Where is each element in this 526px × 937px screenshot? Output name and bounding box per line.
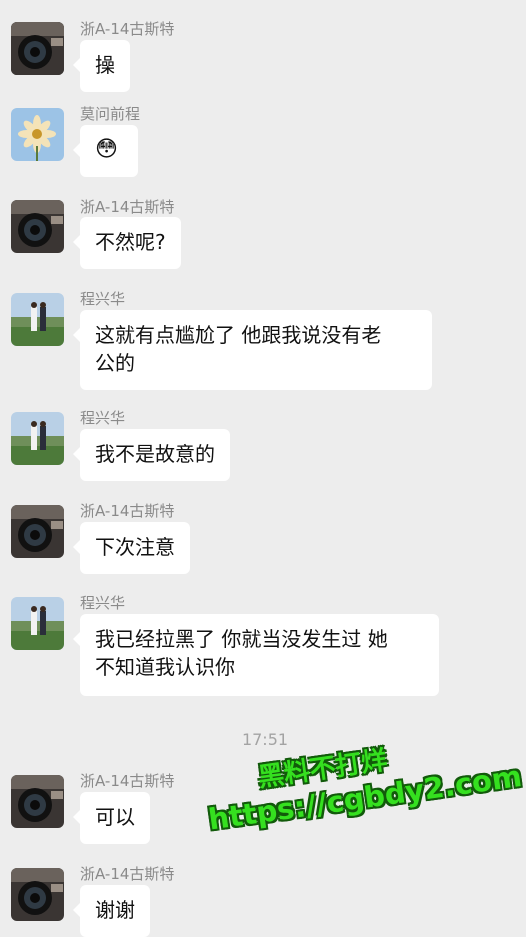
sender-name: 程兴华 [80,290,126,308]
couple-avatar-image [11,412,64,465]
avatar-camera[interactable] [11,200,64,253]
emoji-flushed-icon: 😳 [95,137,118,162]
sender-name: 莫问前程 [80,105,141,123]
message-text-line: 我已经拉黑了 你就当没发生过 她 [95,627,388,651]
message-bubble[interactable]: 😳 [73,125,138,177]
sender-name: 浙A-14古斯特 [80,502,175,520]
message-text: 可以 [95,805,135,829]
message-text: 不然呢? [95,230,166,254]
message-bubble[interactable]: 我已经拉黑了 你就当没发生过 她 不知道我认识你 [73,614,439,696]
message-text: 我不是故意的 [95,442,215,466]
couple-avatar-image [11,293,64,346]
camera-avatar-image [11,868,64,921]
message-bubble[interactable]: 谢谢 [73,885,150,937]
sender-name: 浙A-14古斯特 [80,865,175,883]
message-bubble[interactable]: 不然呢? [73,217,181,269]
couple-avatar-image [11,597,64,650]
avatar-flower[interactable] [11,108,64,161]
flower-avatar-image [11,108,64,161]
camera-avatar-image [11,505,64,558]
message-bubble[interactable]: 可以 [73,792,150,844]
avatar-couple[interactable] [11,293,64,346]
sender-name: 程兴华 [80,594,126,612]
message-bubble[interactable]: 我不是故意的 [73,429,230,481]
message-text-line: 公的 [95,351,135,375]
message-text: 谢谢 [95,898,135,922]
avatar-camera[interactable] [11,868,64,921]
avatar-camera[interactable] [11,22,64,75]
avatar-couple[interactable] [11,412,64,465]
avatar-couple[interactable] [11,597,64,650]
sender-name: 浙A-14古斯特 [80,198,175,216]
sender-name: 程兴华 [80,409,126,427]
message-text: 操 [95,53,115,77]
message-text-line: 不知道我认识你 [95,655,235,679]
camera-avatar-image [11,775,64,828]
camera-avatar-image [11,200,64,253]
message-bubble[interactable]: 操 [73,40,130,92]
camera-avatar-image [11,22,64,75]
message-text-line: 这就有点尴尬了 他跟我说没有老 [95,323,382,347]
message-bubble[interactable]: 下次注意 [73,522,190,574]
message-text: 下次注意 [95,535,175,559]
avatar-camera[interactable] [11,505,64,558]
sender-name: 浙A-14古斯特 [80,20,175,38]
message-bubble[interactable]: 这就有点尴尬了 他跟我说没有老 公的 [73,310,432,390]
avatar-camera[interactable] [11,775,64,828]
